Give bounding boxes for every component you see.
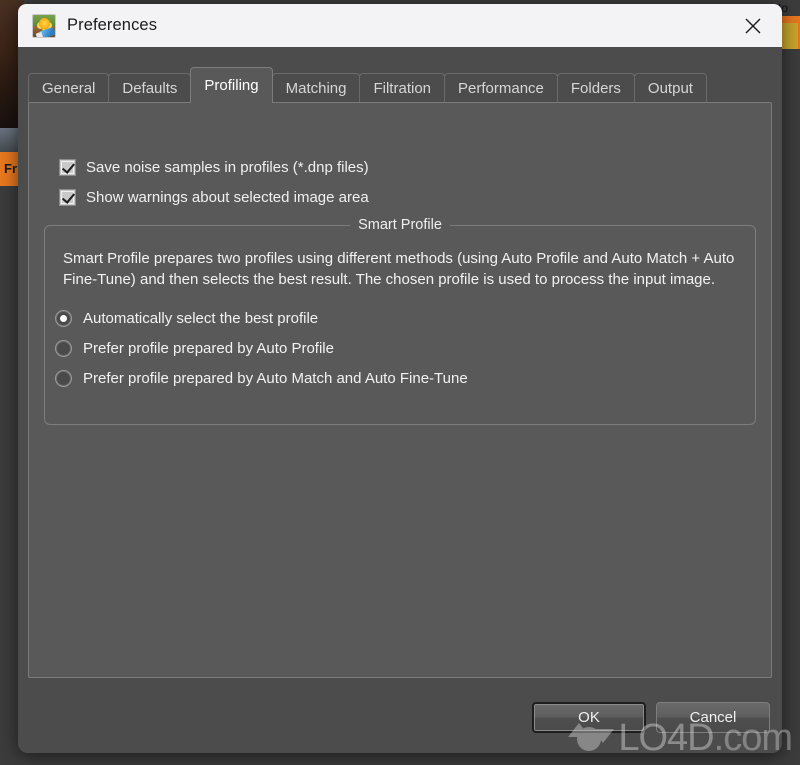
checkbox-show-warnings-label: Show warnings about selected image area [86, 188, 369, 206]
checkmark-icon [59, 158, 76, 176]
tab-profiling[interactable]: Profiling [190, 67, 273, 103]
smart-profile-description: Smart Profile prepares two profiles usin… [63, 250, 735, 288]
radio-auto-select-best-label: Automatically select the best profile [83, 309, 319, 327]
profiling-panel: Save noise samples in profiles (*.dnp fi… [28, 102, 772, 678]
cancel-button[interactable]: Cancel [656, 702, 770, 733]
app-icon [32, 13, 56, 38]
background-bottom-filler [0, 751, 800, 765]
radio-prefer-auto-match-fine-tune-label: Prefer profile prepared by Auto Match an… [83, 369, 468, 387]
radio-prefer-auto-profile-label: Prefer profile prepared by Auto Profile [83, 339, 334, 357]
checkbox-save-noise-samples[interactable]: Save noise samples in profiles (*.dnp fi… [59, 156, 369, 178]
radio-selected-icon [55, 309, 72, 327]
radio-auto-select-best[interactable]: Automatically select the best profile [55, 303, 755, 333]
smart-profile-groupbox: Smart Profile Smart Profile prepares two… [44, 217, 756, 425]
tab-output[interactable]: Output [633, 73, 707, 103]
dialog-footer: OK Cancel [532, 702, 770, 733]
radio-prefer-auto-profile[interactable]: Prefer profile prepared by Auto Profile [55, 333, 755, 363]
dialog-titlebar: Preferences [18, 4, 782, 47]
tab-general[interactable]: General [28, 73, 110, 103]
tab-performance[interactable]: Performance [444, 73, 558, 103]
tab-defaults[interactable]: Defaults [108, 73, 192, 103]
checkbox-save-noise-samples-label: Save noise samples in profiles (*.dnp fi… [86, 158, 369, 176]
dialog-title: Preferences [67, 16, 158, 34]
radio-unselected-icon [55, 339, 72, 357]
preferences-tabstrip: General Defaults Profiling Matching Filt… [28, 67, 772, 103]
radio-prefer-auto-match-fine-tune[interactable]: Prefer profile prepared by Auto Match an… [55, 363, 755, 393]
ok-button[interactable]: OK [532, 702, 646, 733]
tab-matching[interactable]: Matching [271, 73, 361, 103]
checkbox-show-warnings[interactable]: Show warnings about selected image area [59, 186, 369, 208]
tab-filtration[interactable]: Filtration [359, 73, 446, 103]
preferences-dialog: Preferences General Defaults Profiling M… [18, 4, 782, 753]
tab-folders[interactable]: Folders [556, 73, 635, 103]
close-icon[interactable] [724, 4, 782, 47]
smart-profile-legend: Smart Profile [350, 217, 450, 233]
smart-profile-radio-group: Automatically select the best profile Pr… [55, 303, 755, 393]
dialog-body: General Defaults Profiling Matching Filt… [18, 47, 782, 753]
radio-unselected-icon [55, 369, 72, 387]
checkmark-icon [59, 188, 76, 206]
